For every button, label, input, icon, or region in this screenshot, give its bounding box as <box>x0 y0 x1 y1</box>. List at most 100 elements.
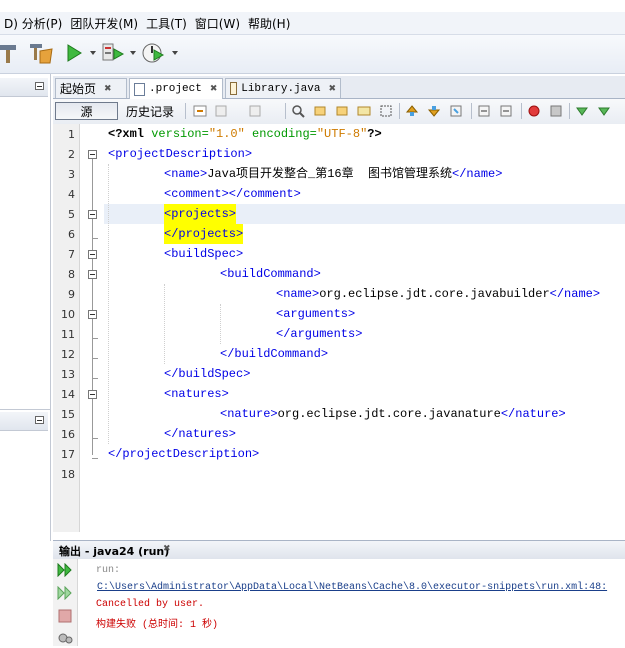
profile-icon[interactable] <box>140 41 166 65</box>
menu-team[interactable]: 团队开发(M) <box>66 15 142 32</box>
output-panel-title[interactable]: 输出 - java24 (run) <box>59 543 169 559</box>
code-line-12: </buildCommand> <box>220 347 329 361</box>
debug-dropdown-icon[interactable] <box>130 51 136 55</box>
tab-library-java[interactable]: Library.java ✖ <box>225 78 341 98</box>
fold-toggle-icon[interactable] <box>88 210 97 219</box>
java-file-icon <box>230 82 238 95</box>
close-icon[interactable]: ✖ <box>328 84 336 94</box>
tab-label: Library.java <box>241 82 321 95</box>
next-bookmark-icon[interactable] <box>427 104 441 118</box>
profile-dropdown-icon[interactable] <box>172 51 178 55</box>
fold-toggle-icon[interactable] <box>88 270 97 279</box>
line-number: 2 <box>68 148 75 161</box>
line-number: 15 <box>61 408 75 421</box>
line-number: 16 <box>61 428 75 441</box>
rerun-icon[interactable] <box>57 562 73 580</box>
shift-right-icon[interactable] <box>499 104 513 118</box>
output-panel-header: 输出 - java24 (run) ✖ <box>53 540 625 560</box>
toggle-rect-selection-icon[interactable] <box>379 104 393 118</box>
hammer-icon[interactable] <box>0 41 20 65</box>
line-number: 11 <box>61 328 75 341</box>
code-line-17: </projectDescription> <box>108 447 260 461</box>
line-number: 18 <box>61 468 75 481</box>
code-line-16: </natures> <box>164 427 237 441</box>
line-number: 7 <box>68 248 75 261</box>
settings-icon[interactable] <box>57 631 73 648</box>
run-icon[interactable] <box>64 41 84 65</box>
line-number-gutter: 1 2 3 4 5 6 7 8 9 10 11 12 13 14 15 16 1… <box>53 124 80 532</box>
source-view-button[interactable]: 源 <box>55 102 118 120</box>
code-line-4: <comment></comment> <box>164 187 301 201</box>
navigator-panel-header <box>0 412 48 431</box>
menu-help[interactable]: 帮助(H) <box>244 15 294 32</box>
close-icon[interactable]: ✖ <box>210 84 218 94</box>
find-previous-icon[interactable] <box>313 104 327 118</box>
menu-tools[interactable]: 工具(T) <box>142 15 191 32</box>
output-run-line: run: <box>96 565 121 576</box>
code-fold-column <box>80 124 104 532</box>
close-icon[interactable]: ✖ <box>104 84 112 94</box>
line-number: 10 <box>61 308 75 321</box>
line-number: 12 <box>61 348 75 361</box>
menu-bar: D) 分析(P) 团队开发(M) 工具(T) 窗口(W) 帮助(H) <box>0 12 625 35</box>
line-number: 13 <box>61 368 75 381</box>
tab-label: .project <box>149 83 202 95</box>
toggle-bookmark-icon[interactable] <box>449 104 463 118</box>
last-edit-icon[interactable] <box>193 104 207 118</box>
fold-toggle-icon[interactable] <box>88 390 97 399</box>
line-number: 4 <box>68 188 75 201</box>
find-next-icon[interactable] <box>335 104 349 118</box>
find-icon[interactable] <box>291 104 305 118</box>
line-number: 14 <box>61 388 75 401</box>
stop-macro-icon[interactable] <box>549 104 563 118</box>
minimize-icon[interactable] <box>35 82 44 90</box>
fold-toggle-icon[interactable] <box>88 250 97 259</box>
code-line-7: <buildSpec> <box>164 247 244 261</box>
line-number: 5 <box>68 208 75 221</box>
code-line-9: <name>org.eclipse.jdt.core.javabuilder</… <box>276 287 601 301</box>
output-toolbar <box>53 559 78 646</box>
debug-icon[interactable] <box>100 41 126 65</box>
code-line-10: <arguments> <box>276 307 356 321</box>
code-line-14: <natures> <box>164 387 229 401</box>
editor-toolbar: 源 历史记录 <box>53 99 625 125</box>
toggle-highlight-icon[interactable] <box>357 104 371 118</box>
previous-bookmark-icon[interactable] <box>405 104 419 118</box>
menu-window[interactable]: 窗口(W) <box>191 15 244 32</box>
rerun-with-args-icon[interactable] <box>57 585 73 603</box>
tab-project-file[interactable]: .project ✖ <box>129 78 223 99</box>
shift-left-icon[interactable] <box>477 104 491 118</box>
back-icon[interactable] <box>215 104 229 118</box>
history-view-button[interactable]: 历史记录 <box>123 102 177 120</box>
start-macro-icon[interactable] <box>527 104 541 118</box>
code-line-8: <buildCommand> <box>220 267 321 281</box>
forward-icon[interactable] <box>249 104 263 118</box>
menu-analyze[interactable]: D) 分析(P) <box>0 15 66 32</box>
output-failed-line: 构建失败 (总时间: 1 秒) <box>96 620 219 631</box>
line-number: 6 <box>68 228 75 241</box>
code-line-15: <nature>org.eclipse.jdt.core.javanature<… <box>220 407 566 421</box>
projects-panel-header <box>0 78 48 97</box>
uncomment-icon[interactable] <box>597 104 611 118</box>
output-cancelled-line: Cancelled by user. <box>96 599 205 610</box>
fold-toggle-icon[interactable] <box>88 150 97 159</box>
tab-start-page[interactable]: 起始页 ✖ <box>55 78 127 98</box>
minimize-icon[interactable] <box>35 416 44 424</box>
line-number: 8 <box>68 268 75 281</box>
code-editor[interactable]: <?xml version="1.0" encoding="UTF-8"?> <… <box>104 124 625 532</box>
stop-icon[interactable] <box>58 609 72 626</box>
run-dropdown-icon[interactable] <box>90 51 96 55</box>
comment-icon[interactable] <box>575 104 589 118</box>
editor-tabstrip: 起始页 ✖ .project ✖ Library.java ✖ <box>53 76 625 99</box>
clean-build-icon[interactable] <box>28 41 54 65</box>
output-console[interactable]: run: C:\Users\Administrator\AppData\Loca… <box>78 559 625 646</box>
fold-toggle-icon[interactable] <box>88 310 97 319</box>
code-line-11: </arguments> <box>276 327 363 341</box>
tab-label: 起始页 <box>60 82 97 96</box>
line-number: 9 <box>68 288 75 301</box>
navigator-panel <box>0 409 51 541</box>
line-number: 17 <box>61 448 75 461</box>
projects-panel <box>0 74 51 409</box>
close-icon[interactable]: ✖ <box>163 544 171 554</box>
output-path-link[interactable]: C:\Users\Administrator\AppData\Local\Net… <box>97 582 607 593</box>
